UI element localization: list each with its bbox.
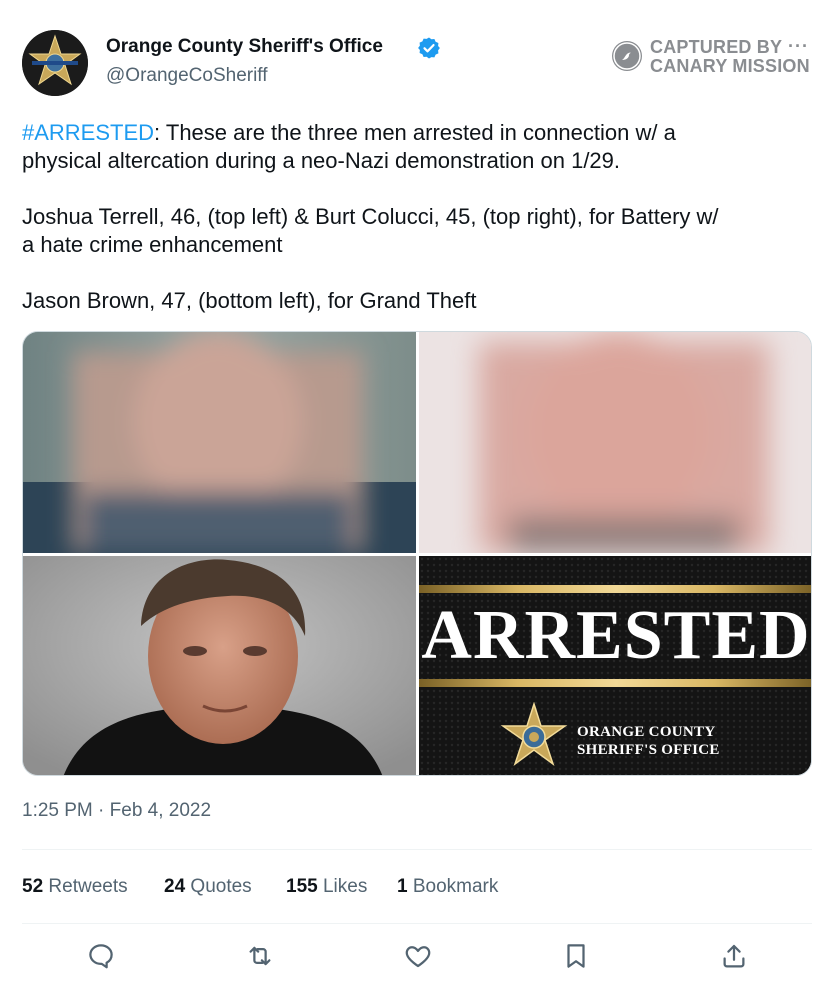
reply-button[interactable] bbox=[86, 941, 116, 971]
retweets-label: Retweets bbox=[48, 876, 128, 897]
canary-mission-watermark: CAPTURED BY CANARY MISSION ··· bbox=[612, 36, 812, 78]
bookmarks-stat[interactable]: 1 Bookmark bbox=[397, 876, 498, 898]
arrested-graphic[interactable]: ARRESTED ORANGE COUNTY SHERIFF'S OFFICE bbox=[419, 556, 811, 775]
mugshot-bottom-left[interactable] bbox=[23, 556, 416, 775]
org-name-line1: ORANGE COUNTY bbox=[577, 724, 716, 740]
quotes-label: Quotes bbox=[190, 876, 252, 897]
share-icon bbox=[723, 944, 745, 968]
mugshot-top-right[interactable] bbox=[419, 332, 811, 553]
like-icon bbox=[405, 946, 431, 968]
tweet-para3: Jason Brown, 47, (bottom left), for Gran… bbox=[22, 288, 477, 313]
handle[interactable]: @OrangeCoSheriff bbox=[106, 65, 268, 87]
verified-badge-icon bbox=[418, 37, 440, 59]
bookmarks-label: Bookmark bbox=[412, 876, 499, 897]
tweet-para2-line2: a hate crime enhancement bbox=[22, 232, 283, 257]
canary-logo-icon bbox=[612, 41, 642, 71]
share-button[interactable] bbox=[719, 941, 749, 971]
reply-icon bbox=[89, 944, 113, 969]
watermark-line1: CAPTURED BY bbox=[650, 37, 783, 57]
hashtag-link[interactable]: #ARRESTED bbox=[22, 120, 154, 145]
retweets-count: 52 bbox=[22, 876, 44, 897]
arrested-heading: ARRESTED bbox=[421, 597, 811, 674]
media-grid: ARRESTED ORANGE COUNTY SHERIFF'S OFFICE bbox=[22, 331, 812, 776]
retweet-icon bbox=[249, 946, 271, 966]
avatar[interactable] bbox=[22, 30, 88, 96]
tweet-line-2: physical altercation during a neo-Nazi d… bbox=[22, 148, 621, 173]
retweets-stat[interactable]: 52 Retweets bbox=[22, 876, 128, 898]
mugshot-top-left[interactable] bbox=[23, 332, 416, 553]
tweet: Orange County Sheriff's Office @OrangeCo… bbox=[0, 0, 830, 997]
retweet-button[interactable] bbox=[245, 941, 275, 971]
bookmark-button[interactable] bbox=[561, 941, 591, 971]
gold-stripe-top bbox=[419, 585, 811, 593]
quotes-stat[interactable]: 24 Quotes bbox=[164, 876, 252, 898]
gold-stripe-bottom bbox=[419, 679, 811, 687]
tweet-line-1: #ARRESTED: These are the three men arres… bbox=[22, 119, 812, 147]
tweet-para2-line1: Joshua Terrell, 46, (top left) & Burt Co… bbox=[22, 204, 719, 229]
likes-count: 155 bbox=[286, 876, 318, 897]
quotes-count: 24 bbox=[164, 876, 186, 897]
likes-label: Likes bbox=[322, 876, 368, 897]
divider bbox=[22, 923, 812, 924]
likes-stat[interactable]: 155 Likes bbox=[286, 876, 367, 898]
more-options-icon[interactable]: ··· bbox=[788, 36, 809, 57]
tweet-timestamp[interactable]: 1:25 PM · Feb 4, 2022 bbox=[22, 800, 211, 822]
like-button[interactable] bbox=[403, 941, 433, 971]
watermark-text: CAPTURED BY CANARY MISSION bbox=[650, 38, 810, 76]
sheriff-star-icon bbox=[22, 30, 88, 96]
tweet-text: #ARRESTED: These are the three men arres… bbox=[22, 119, 812, 315]
display-name[interactable]: Orange County Sheriff's Office bbox=[106, 36, 383, 58]
tweet-line-1-text: : These are the three men arrested in co… bbox=[154, 120, 676, 145]
divider bbox=[22, 849, 812, 850]
watermark-line2: CANARY MISSION bbox=[650, 56, 810, 76]
bookmarks-count: 1 bbox=[397, 876, 408, 897]
org-name-line2: SHERIFF'S OFFICE bbox=[577, 742, 720, 758]
bookmark-icon bbox=[567, 944, 585, 968]
sheriff-badge-icon bbox=[500, 702, 568, 767]
